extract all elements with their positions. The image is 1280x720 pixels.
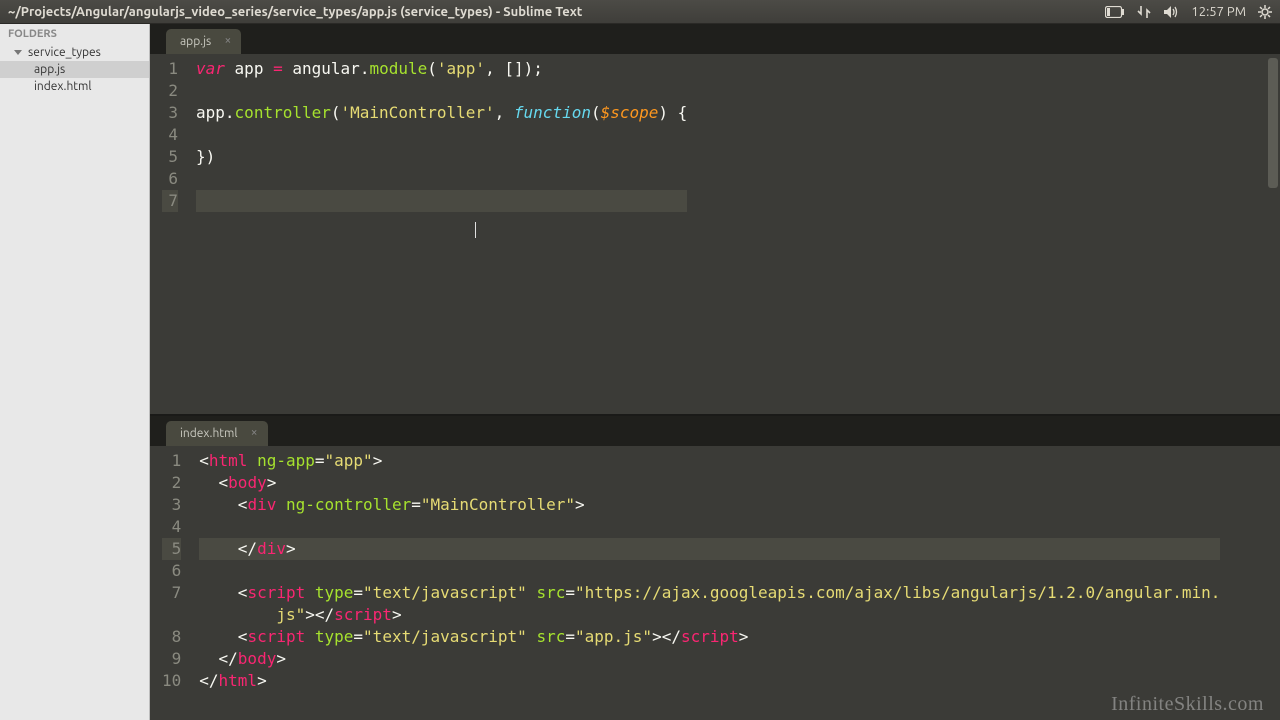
- close-icon[interactable]: ×: [251, 427, 258, 439]
- sidebar: FOLDERS service_types app.jsindex.html: [0, 24, 150, 720]
- tab-app-js[interactable]: app.js ×: [166, 29, 241, 54]
- network-icon[interactable]: [1137, 5, 1151, 19]
- gutter: 12345678910: [150, 446, 191, 720]
- sidebar-folder[interactable]: service_types: [0, 44, 149, 61]
- clock[interactable]: 12:57 PM: [1191, 5, 1246, 19]
- tab-bar-top: app.js ×: [150, 24, 1280, 54]
- chevron-down-icon: [14, 50, 22, 55]
- sidebar-file[interactable]: index.html: [0, 78, 149, 95]
- main-area: FOLDERS service_types app.jsindex.html a…: [0, 24, 1280, 720]
- editor-pane-top: app.js × 1234567 var app = angular.modul…: [150, 24, 1280, 414]
- window-title: ~/Projects/Angular/angularjs_video_serie…: [8, 5, 1105, 19]
- tab-index-html[interactable]: index.html ×: [166, 421, 268, 446]
- editor-pane-bottom: index.html × 12345678910 <html ng-app="a…: [150, 416, 1280, 720]
- code-area-bottom[interactable]: 12345678910 <html ng-app="app"> <body> <…: [150, 446, 1280, 720]
- code-text[interactable]: var app = angular.module('app', []);app.…: [188, 54, 687, 414]
- tab-bar-bottom: index.html ×: [150, 416, 1280, 446]
- gutter: 1234567: [150, 54, 188, 414]
- editor-group: app.js × 1234567 var app = angular.modul…: [150, 24, 1280, 720]
- sidebar-header: FOLDERS: [0, 24, 149, 44]
- system-menubar: ~/Projects/Angular/angularjs_video_serie…: [0, 0, 1280, 24]
- close-icon[interactable]: ×: [224, 35, 231, 47]
- scrollbar[interactable]: [1268, 58, 1278, 188]
- code-text[interactable]: <html ng-app="app"> <body> <div ng-contr…: [191, 446, 1220, 720]
- battery-icon[interactable]: [1105, 6, 1125, 18]
- tab-label: app.js: [180, 35, 211, 48]
- folder-label: service_types: [28, 46, 101, 59]
- gear-icon[interactable]: [1258, 5, 1272, 19]
- code-area-top[interactable]: 1234567 var app = angular.module('app', …: [150, 54, 1280, 414]
- tab-label: index.html: [180, 427, 238, 440]
- sidebar-file[interactable]: app.js: [0, 61, 149, 78]
- text-cursor: [475, 222, 476, 238]
- system-tray: 12:57 PM: [1105, 5, 1272, 19]
- volume-icon[interactable]: [1163, 5, 1179, 19]
